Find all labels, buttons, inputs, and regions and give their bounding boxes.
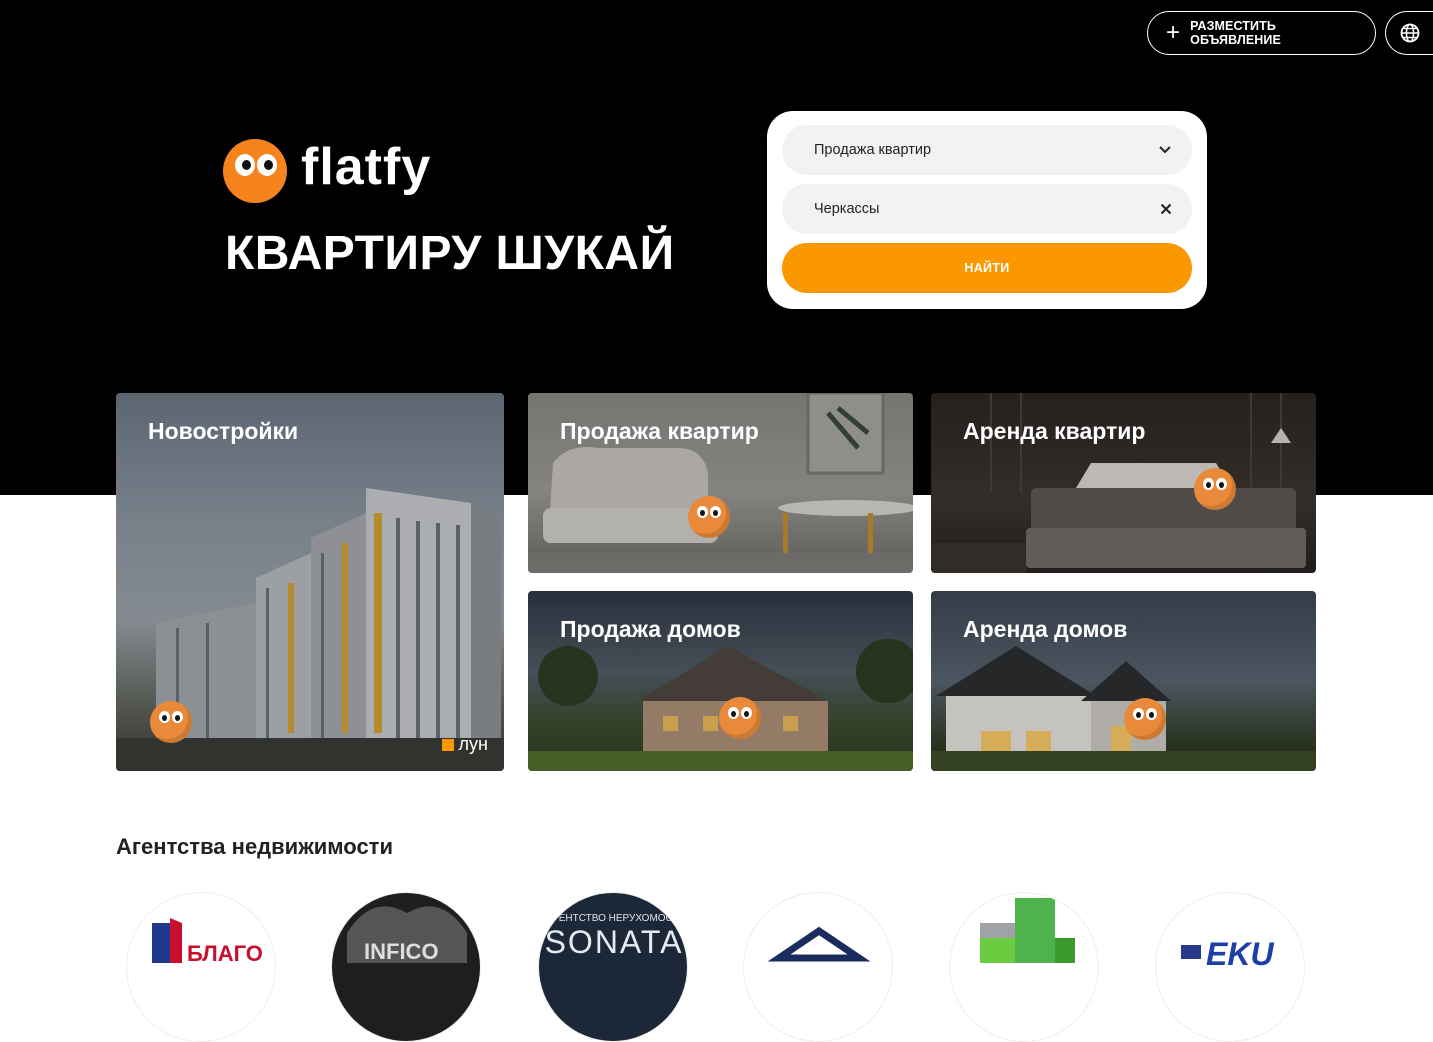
plus-icon: + — [1166, 19, 1181, 46]
deal-type-select[interactable]: Продажа квартир — [782, 125, 1192, 175]
deal-type-value: Продажа квартир — [814, 142, 932, 158]
svg-text:БЛАГО: БЛАГО — [187, 941, 263, 966]
agency-logo-infico[interactable]: INFICO — [331, 892, 481, 1042]
lun-logo-icon — [441, 738, 454, 751]
find-button[interactable]: НАЙТИ — [782, 243, 1192, 293]
page-slogan: КВАРТИРУ ШУКАЙ — [225, 227, 675, 280]
agency-logo-image: INFICO — [347, 906, 467, 964]
category-card-apartments-rent[interactable]: Аренда квартир — [931, 393, 1316, 573]
category-title: Продажа домов — [560, 616, 741, 642]
logo-text: flatfy — [301, 138, 432, 196]
city-value: Черкассы — [814, 201, 880, 217]
logo-mascot-icon — [223, 139, 287, 203]
agency-logo-image: АГЕНТСТВО НЕРУХОМОСТІ SONATA — [545, 913, 684, 960]
agency-logo-sonata[interactable]: АГЕНТСТВО НЕРУХОМОСТІ SONATA — [538, 892, 688, 1042]
category-title: Аренда домов — [963, 616, 1128, 642]
agency-logo-house[interactable] — [743, 892, 893, 1042]
category-title: Аренда квартир — [963, 418, 1146, 444]
svg-text:INFICO: INFICO — [364, 939, 439, 964]
agency-logo-blago[interactable]: БЛАГО — [126, 892, 276, 1042]
mascot-icon — [688, 496, 730, 538]
lun-badge: лун — [441, 734, 488, 755]
language-button[interactable] — [1385, 11, 1433, 55]
category-title: Новостройки — [148, 418, 299, 444]
flatfy-logo[interactable]: flatfy — [223, 138, 432, 203]
category-title: Продажа квартир — [560, 418, 759, 444]
chevron-down-icon — [1159, 146, 1171, 154]
city-field[interactable]: Черкассы — [782, 184, 1192, 234]
svg-text:АГЕНТСТВО НЕРУХОМОСТІ: АГЕНТСТВО НЕРУХОМОСТІ — [547, 913, 682, 924]
mascot-icon — [1124, 698, 1166, 740]
agency-logo-image — [767, 926, 871, 962]
agency-logo-image: БЛАГО — [152, 918, 263, 966]
agency-logo-image — [980, 898, 1075, 963]
svg-text:EKU: EKU — [1206, 936, 1274, 972]
post-ad-label: РАЗМЕСТИТЬ ОБЪЯВЛЕНИЕ — [1190, 19, 1281, 47]
globe-icon — [1400, 23, 1420, 43]
agency-logo-green-blocks[interactable] — [949, 892, 1099, 1042]
category-card-houses-sale[interactable]: Продажа домов — [528, 591, 913, 771]
mascot-icon — [719, 697, 761, 739]
category-card-new-buildings[interactable]: Новостройки лун — [116, 393, 504, 771]
mascot-icon — [1194, 468, 1236, 510]
post-ad-button[interactable]: + РАЗМЕСТИТЬ ОБЪЯВЛЕНИЕ — [1147, 11, 1376, 55]
mascot-icon — [150, 701, 192, 743]
category-card-houses-rent[interactable]: Аренда домов — [931, 591, 1316, 771]
agency-logo-eku[interactable]: EKU — [1155, 892, 1305, 1042]
agency-logo-image: EKU — [1181, 936, 1274, 972]
category-card-apartments-sale[interactable]: Продажа квартир — [528, 393, 913, 573]
clear-icon[interactable] — [1160, 203, 1172, 215]
agencies-section-title: Агентства недвижимости — [116, 834, 393, 859]
top-actions: + РАЗМЕСТИТЬ ОБЪЯВЛЕНИЕ — [1147, 11, 1433, 55]
search-panel: Продажа квартир Черкассы НАЙТИ — [767, 111, 1207, 309]
svg-text:SONATA: SONATA — [545, 924, 684, 960]
